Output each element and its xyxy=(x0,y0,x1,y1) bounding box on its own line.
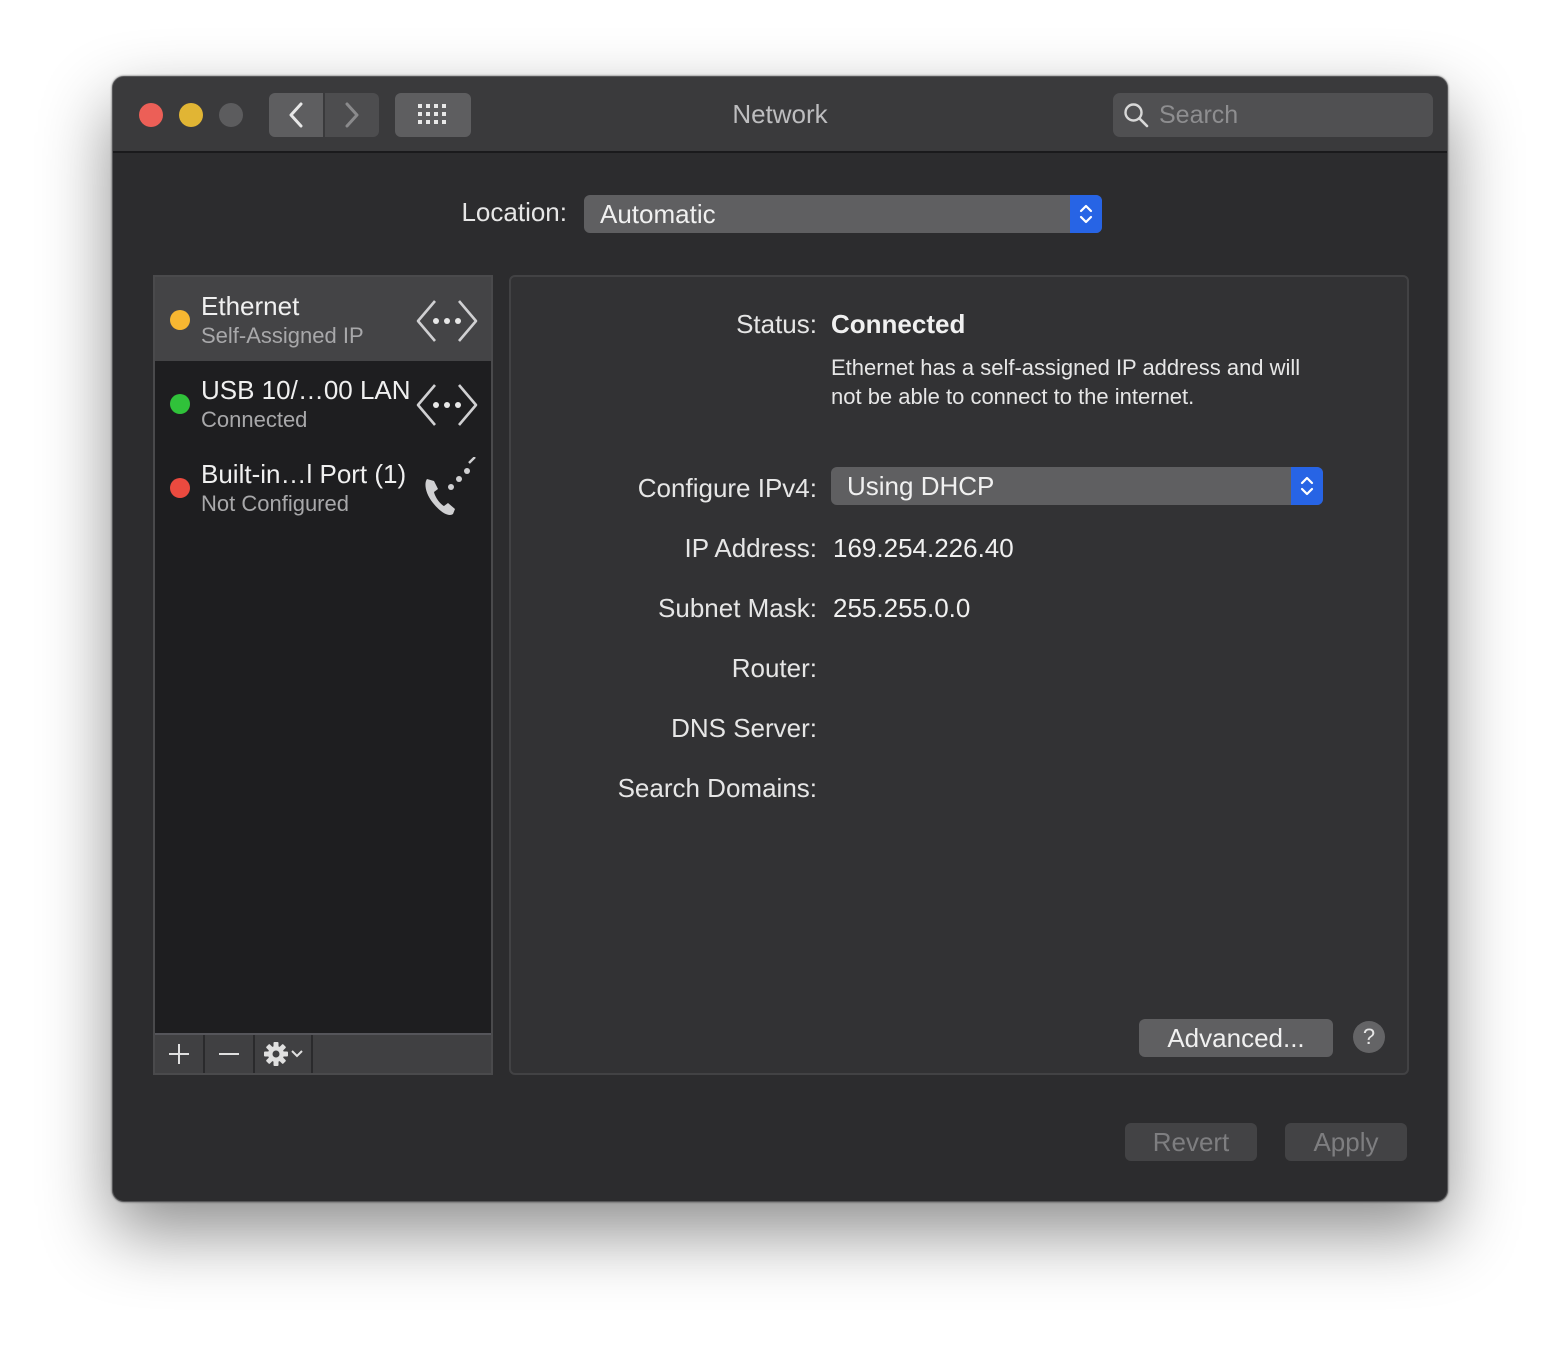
status-description: Ethernet has a self-assigned IP address … xyxy=(831,355,1301,409)
status-dot xyxy=(170,478,190,498)
ip-address-value: 169.254.226.40 xyxy=(833,533,1014,563)
location-label: Location: xyxy=(461,197,567,227)
service-status: Connected xyxy=(201,407,308,432)
subnet-mask-label: Subnet Mask: xyxy=(658,593,817,623)
minus-icon xyxy=(219,1053,239,1055)
modem-phone-icon xyxy=(425,457,476,515)
service-status: Self-Assigned IP xyxy=(201,323,364,348)
location-value: Automatic xyxy=(600,198,716,229)
service-status: Not Configured xyxy=(201,491,349,516)
popup-stepper xyxy=(1291,467,1323,505)
ethernet-arrows-icon xyxy=(416,384,478,426)
help-button[interactable]: ? xyxy=(1353,1021,1385,1053)
configure-ipv4-popup[interactable]: Using DHCP xyxy=(831,467,1323,505)
dns-server-label: DNS Server: xyxy=(671,713,817,743)
subnet-mask-value: 255.255.0.0 xyxy=(833,593,971,623)
add-service-button[interactable] xyxy=(155,1035,205,1073)
apply-button[interactable]: Apply xyxy=(1285,1123,1407,1161)
advanced-button[interactable]: Advanced... xyxy=(1139,1019,1333,1057)
service-name: USB 10/…00 LAN xyxy=(201,375,411,405)
service-item-ethernet[interactable]: Ethernet Self-Assigned IP xyxy=(155,277,491,361)
service-item-builtin-port[interactable]: Built-in…l Port (1) Not Configured xyxy=(155,445,491,529)
popup-stepper xyxy=(1070,195,1102,233)
service-list-toolbar xyxy=(155,1033,491,1073)
plus-icon xyxy=(169,1044,189,1064)
remove-service-button[interactable] xyxy=(205,1035,255,1073)
status-label: Status: xyxy=(736,309,817,339)
status-dot xyxy=(170,394,190,414)
service-name: Built-in…l Port (1) xyxy=(201,459,407,489)
title-bar: Network xyxy=(113,77,1447,153)
location-row: Location: Automatic xyxy=(113,195,1447,235)
updown-chevron-icon xyxy=(1079,204,1093,224)
service-name: Ethernet xyxy=(201,291,300,321)
search-field[interactable] xyxy=(1113,93,1433,137)
network-preferences-window: Network Location: Automatic Ethernet S xyxy=(112,76,1448,1202)
gear-icon xyxy=(264,1042,288,1066)
search-domains-label: Search Domains: xyxy=(617,773,817,803)
configure-ipv4-label: Configure IPv4: xyxy=(637,473,817,503)
search-icon xyxy=(1124,103,1149,128)
service-item-usb-lan[interactable]: USB 10/…00 LAN Connected xyxy=(155,361,491,445)
service-action-menu[interactable] xyxy=(255,1035,313,1073)
search-input[interactable] xyxy=(1159,100,1419,130)
configure-ipv4-value: Using DHCP xyxy=(847,470,995,501)
revert-button[interactable]: Revert xyxy=(1125,1123,1257,1161)
ethernet-arrows-icon xyxy=(416,300,478,342)
service-detail-panel: Status: Connected Ethernet has a self-as… xyxy=(509,275,1409,1075)
router-label: Router: xyxy=(731,653,817,683)
location-popup[interactable]: Automatic xyxy=(584,195,1102,233)
status-value: Connected xyxy=(831,309,966,339)
status-dot xyxy=(170,310,190,330)
ip-address-label: IP Address: xyxy=(684,533,818,563)
service-list: Ethernet Self-Assigned IP USB 10/…00 LAN… xyxy=(153,275,493,1075)
chevron-down-icon xyxy=(291,1050,303,1058)
updown-chevron-icon xyxy=(1300,476,1314,496)
